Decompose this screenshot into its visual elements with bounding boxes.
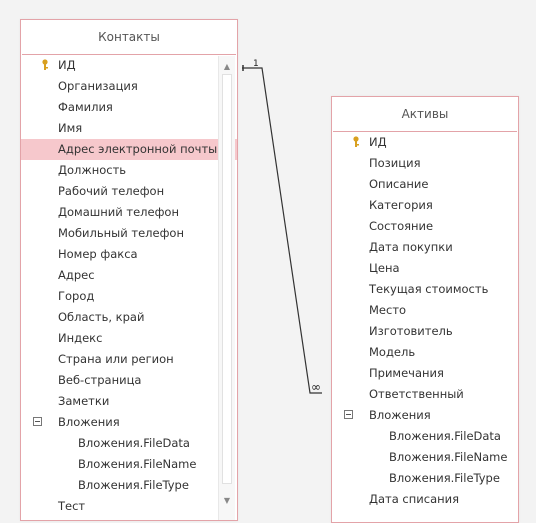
relationship-line[interactable]: 1 ∞ [0,0,536,512]
relationships-canvas: Контакты ИД Организация Фамилия Имя Адрес эл… [0,0,536,523]
one-side-symbol: 1 [253,59,259,69]
many-side-symbol: ∞ [311,380,321,394]
